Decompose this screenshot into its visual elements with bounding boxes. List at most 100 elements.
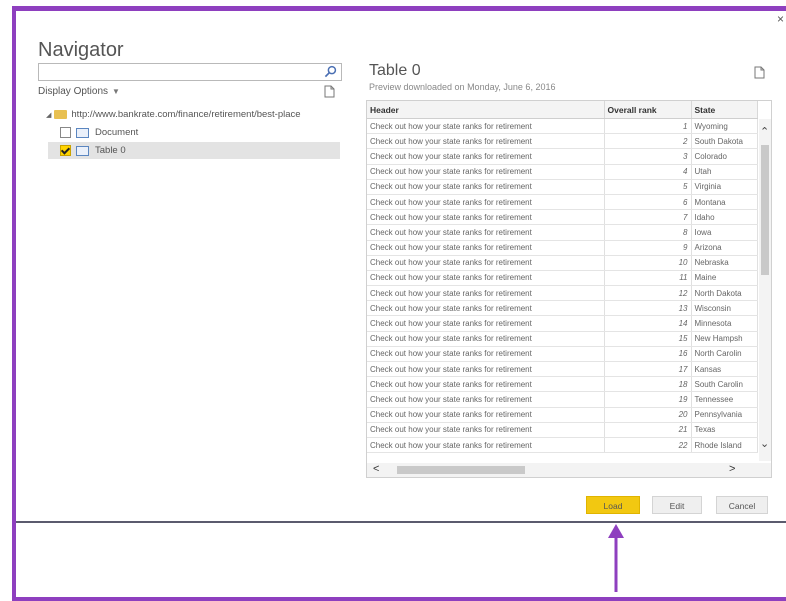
cell-rank: 17 <box>604 361 692 378</box>
preview-table-container: Header Overall rank State Check out how … <box>366 100 772 478</box>
table-row: Check out how your state ranks for retir… <box>367 179 758 195</box>
cell-state: Arizona <box>691 240 758 256</box>
scroll-down-icon[interactable]: ⌄ <box>760 439 769 450</box>
column-header[interactable]: State <box>691 101 758 119</box>
display-options-dropdown[interactable]: Display Options ▼ <box>38 86 120 97</box>
table-row: Check out how your state ranks for retir… <box>367 148 758 165</box>
cell-header: Check out how your state ranks for retir… <box>367 391 605 408</box>
cell-rank: 11 <box>604 270 692 287</box>
scroll-right-icon[interactable]: > <box>729 463 735 475</box>
cell-rank: 19 <box>604 391 692 408</box>
tree-item-root[interactable]: ◢ http://www.bankrate.com/finance/retirem… <box>46 109 301 120</box>
search-box[interactable] <box>38 63 342 82</box>
cell-header: Check out how your state ranks for retir… <box>367 346 605 363</box>
cell-rank: 2 <box>604 133 692 150</box>
cell-header: Check out how your state ranks for retir… <box>367 255 605 271</box>
horizontal-scrollbar[interactable]: < > <box>367 463 771 477</box>
cell-state: Rhode Island <box>691 437 758 454</box>
table0-checkbox[interactable] <box>60 145 71 156</box>
cell-header: Check out how your state ranks for retir… <box>367 437 605 454</box>
table-row: Check out how your state ranks for retir… <box>367 224 758 241</box>
cell-header: Check out how your state ranks for retir… <box>367 407 605 423</box>
table-row: Check out how your state ranks for retir… <box>367 391 758 408</box>
cell-header: Check out how your state ranks for retir… <box>367 376 605 393</box>
scroll-thumb[interactable] <box>397 466 525 474</box>
cell-rank: 1 <box>604 118 692 135</box>
column-header[interactable]: Header <box>367 101 605 119</box>
cell-state: Kansas <box>691 361 758 378</box>
cell-state: South Dakota <box>691 133 758 150</box>
vertical-scrollbar[interactable]: ⌃ ⌄ <box>759 119 771 461</box>
table-row: Check out how your state ranks for retir… <box>367 270 758 287</box>
cell-header: Check out how your state ranks for retir… <box>367 133 605 150</box>
tree-item-table0[interactable]: Table 0 <box>48 142 340 159</box>
table-row: Check out how your state ranks for retir… <box>367 376 758 393</box>
cancel-button[interactable]: Cancel <box>716 496 768 514</box>
cell-state: Tennessee <box>691 391 758 408</box>
cell-header: Check out how your state ranks for retir… <box>367 331 605 347</box>
cell-state: Virginia <box>691 179 758 195</box>
table-row: Check out how your state ranks for retir… <box>367 346 758 363</box>
dialog-title: Navigator <box>38 39 124 62</box>
search-input[interactable] <box>41 64 315 82</box>
dialog-divider <box>16 521 786 523</box>
cell-header: Check out how your state ranks for retir… <box>367 224 605 241</box>
cell-rank: 6 <box>604 194 692 211</box>
cell-header: Check out how your state ranks for retir… <box>367 285 605 302</box>
cell-rank: 22 <box>604 437 692 454</box>
preview-subtitle: Preview downloaded on Monday, June 6, 20… <box>369 82 556 92</box>
cell-rank: 14 <box>604 315 692 332</box>
scroll-left-icon[interactable]: < <box>373 463 379 475</box>
chevron-down-icon: ▼ <box>112 87 120 96</box>
tree-item-document[interactable]: Document <box>60 127 138 138</box>
cell-rank: 15 <box>604 331 692 347</box>
cell-header: Check out how your state ranks for retir… <box>367 148 605 165</box>
edit-button[interactable]: Edit <box>652 496 702 514</box>
new-page-icon[interactable] <box>754 66 765 79</box>
new-page-icon[interactable] <box>324 85 335 98</box>
annotation-frame-top <box>12 6 786 11</box>
cell-state: Minnesota <box>691 315 758 332</box>
table-row: Check out how your state ranks for retir… <box>367 300 758 317</box>
scroll-thumb[interactable] <box>761 145 769 275</box>
cell-rank: 8 <box>604 224 692 241</box>
table-row: Check out how your state ranks for retir… <box>367 133 758 150</box>
cell-header: Check out how your state ranks for retir… <box>367 270 605 287</box>
cell-state: Pennsylvania <box>691 407 758 423</box>
cell-header: Check out how your state ranks for retir… <box>367 118 605 135</box>
document-checkbox[interactable] <box>60 127 71 138</box>
table-row: Check out how your state ranks for retir… <box>367 331 758 347</box>
table-icon <box>76 127 89 138</box>
table-icon <box>76 145 89 156</box>
cell-state: Iowa <box>691 224 758 241</box>
preview-title: Table 0 <box>369 62 421 79</box>
cell-header: Check out how your state ranks for retir… <box>367 209 605 226</box>
column-header[interactable]: Overall rank <box>604 101 692 119</box>
table-row: Check out how your state ranks for retir… <box>367 255 758 271</box>
cell-rank: 20 <box>604 407 692 423</box>
table-row: Check out how your state ranks for retir… <box>367 194 758 211</box>
cell-rank: 7 <box>604 209 692 226</box>
cell-rank: 10 <box>604 255 692 271</box>
scroll-up-icon[interactable]: ⌃ <box>760 127 769 138</box>
table-row: Check out how your state ranks for retir… <box>367 209 758 226</box>
table-row: Check out how your state ranks for retir… <box>367 164 758 180</box>
search-icon[interactable] <box>324 65 337 78</box>
cell-state: North Dakota <box>691 285 758 302</box>
cell-state: Idaho <box>691 209 758 226</box>
annotation-frame-left <box>12 6 16 601</box>
expand-triangle-icon[interactable]: ◢ <box>46 111 51 119</box>
close-icon[interactable]: × <box>777 12 784 26</box>
cell-state: Wisconsin <box>691 300 758 317</box>
table-row: Check out how your state ranks for retir… <box>367 422 758 438</box>
cell-header: Check out how your state ranks for retir… <box>367 361 605 378</box>
table-row: Check out how your state ranks for retir… <box>367 240 758 256</box>
cell-header: Check out how your state ranks for retir… <box>367 240 605 256</box>
table-row: Check out how your state ranks for retir… <box>367 285 758 302</box>
cell-header: Check out how your state ranks for retir… <box>367 422 605 438</box>
cell-state: Utah <box>691 164 758 180</box>
load-button[interactable]: Load <box>586 496 640 514</box>
cell-rank: 18 <box>604 376 692 393</box>
table-row: Check out how your state ranks for retir… <box>367 315 758 332</box>
cell-rank: 12 <box>604 285 692 302</box>
